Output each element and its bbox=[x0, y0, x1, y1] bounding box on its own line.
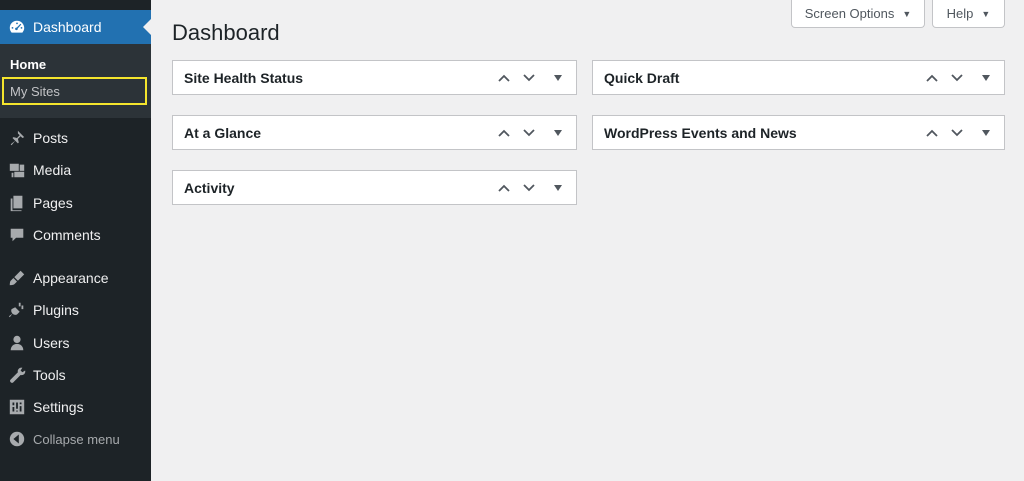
sidebar-item-label: Plugins bbox=[33, 302, 79, 318]
sidebar-item-users[interactable]: Users bbox=[0, 328, 151, 358]
sidebar-item-label: Appearance bbox=[33, 270, 109, 286]
postbox-title: Activity bbox=[184, 179, 235, 196]
sidebar-item-label: Comments bbox=[33, 227, 101, 243]
plug-icon bbox=[7, 300, 27, 320]
settings-icon bbox=[7, 397, 27, 417]
screen-options-button[interactable]: Screen Options ▼ bbox=[791, 0, 925, 28]
sidebar-item-pages[interactable]: Pages bbox=[0, 188, 151, 218]
pages-icon bbox=[7, 193, 27, 213]
sidebar-item-label: Dashboard bbox=[33, 19, 102, 35]
postbox-wordpress-events-and-news: WordPress Events and News bbox=[592, 115, 1005, 150]
media-icon bbox=[7, 160, 27, 180]
move-down-icon[interactable] bbox=[519, 68, 539, 88]
toggle-panel-icon[interactable] bbox=[976, 123, 996, 143]
sidebar-item-label: Posts bbox=[33, 130, 69, 146]
postbox-title: Site Health Status bbox=[184, 69, 304, 86]
sidebar-item-dashboard[interactable]: Dashboard bbox=[0, 10, 151, 44]
sidebar-item-label: Media bbox=[33, 162, 72, 178]
postbox-title: WordPress Events and News bbox=[604, 124, 797, 141]
submenu-item-my-sites[interactable]: My Sites bbox=[2, 77, 147, 105]
move-down-icon[interactable] bbox=[947, 68, 967, 88]
sidebar-item-label: Settings bbox=[33, 399, 84, 415]
sidebar-item-appearance[interactable]: Appearance bbox=[0, 263, 151, 293]
sidebar-item-media[interactable]: Media bbox=[0, 155, 151, 185]
sidebar-item-plugins[interactable]: Plugins bbox=[0, 295, 151, 325]
help-label: Help bbox=[946, 6, 974, 21]
toggle-panel-icon[interactable] bbox=[548, 68, 568, 88]
screen-options-label: Screen Options bbox=[804, 6, 895, 21]
admin-sidebar: Dashboard Home My Sites Posts Media Page… bbox=[0, 0, 151, 481]
collapse-arrow-icon bbox=[7, 429, 27, 449]
help-button[interactable]: Help ▼ bbox=[932, 0, 1005, 28]
sidebar-item-posts[interactable]: Posts bbox=[0, 123, 151, 153]
postbox-at-a-glance: At a Glance bbox=[172, 115, 577, 150]
sidebar-item-comments[interactable]: Comments bbox=[0, 220, 151, 250]
toggle-panel-icon[interactable] bbox=[548, 178, 568, 198]
collapse-menu-label: Collapse menu bbox=[33, 431, 120, 447]
postbox-quick-draft: Quick Draft bbox=[592, 60, 1005, 95]
toggle-panel-icon[interactable] bbox=[976, 68, 996, 88]
wrench-icon bbox=[7, 365, 27, 385]
sidebar-item-tools[interactable]: Tools bbox=[0, 360, 151, 390]
move-up-icon[interactable] bbox=[922, 68, 942, 88]
user-icon bbox=[7, 333, 27, 353]
postbox-title: At a Glance bbox=[184, 124, 262, 141]
toggle-panel-icon[interactable] bbox=[548, 123, 568, 143]
move-up-icon[interactable] bbox=[494, 68, 514, 88]
sidebar-item-label: Tools bbox=[33, 367, 66, 383]
pin-icon bbox=[7, 128, 27, 148]
dashboard-submenu: Home My Sites bbox=[0, 44, 151, 118]
submenu-item-label: My Sites bbox=[10, 83, 60, 99]
caret-down-icon: ▼ bbox=[981, 8, 991, 19]
collapse-menu-button[interactable]: Collapse menu bbox=[0, 424, 151, 454]
move-down-icon[interactable] bbox=[519, 123, 539, 143]
page-title: Dashboard bbox=[172, 20, 280, 45]
submenu-item-home[interactable]: Home bbox=[10, 57, 46, 72]
sidebar-item-label: Pages bbox=[33, 195, 73, 211]
move-down-icon[interactable] bbox=[947, 123, 967, 143]
move-up-icon[interactable] bbox=[494, 178, 514, 198]
postbox-activity: Activity bbox=[172, 170, 577, 205]
sidebar-item-label: Users bbox=[33, 335, 70, 351]
move-up-icon[interactable] bbox=[494, 123, 514, 143]
postbox-title: Quick Draft bbox=[604, 69, 680, 86]
postbox-site-health-status: Site Health Status bbox=[172, 60, 577, 95]
move-down-icon[interactable] bbox=[519, 178, 539, 198]
brush-icon bbox=[7, 268, 27, 288]
move-up-icon[interactable] bbox=[922, 123, 942, 143]
comment-icon bbox=[7, 225, 27, 245]
sidebar-item-settings[interactable]: Settings bbox=[0, 392, 151, 422]
caret-down-icon: ▼ bbox=[902, 8, 912, 19]
dashboard-gauge-icon bbox=[7, 17, 27, 37]
